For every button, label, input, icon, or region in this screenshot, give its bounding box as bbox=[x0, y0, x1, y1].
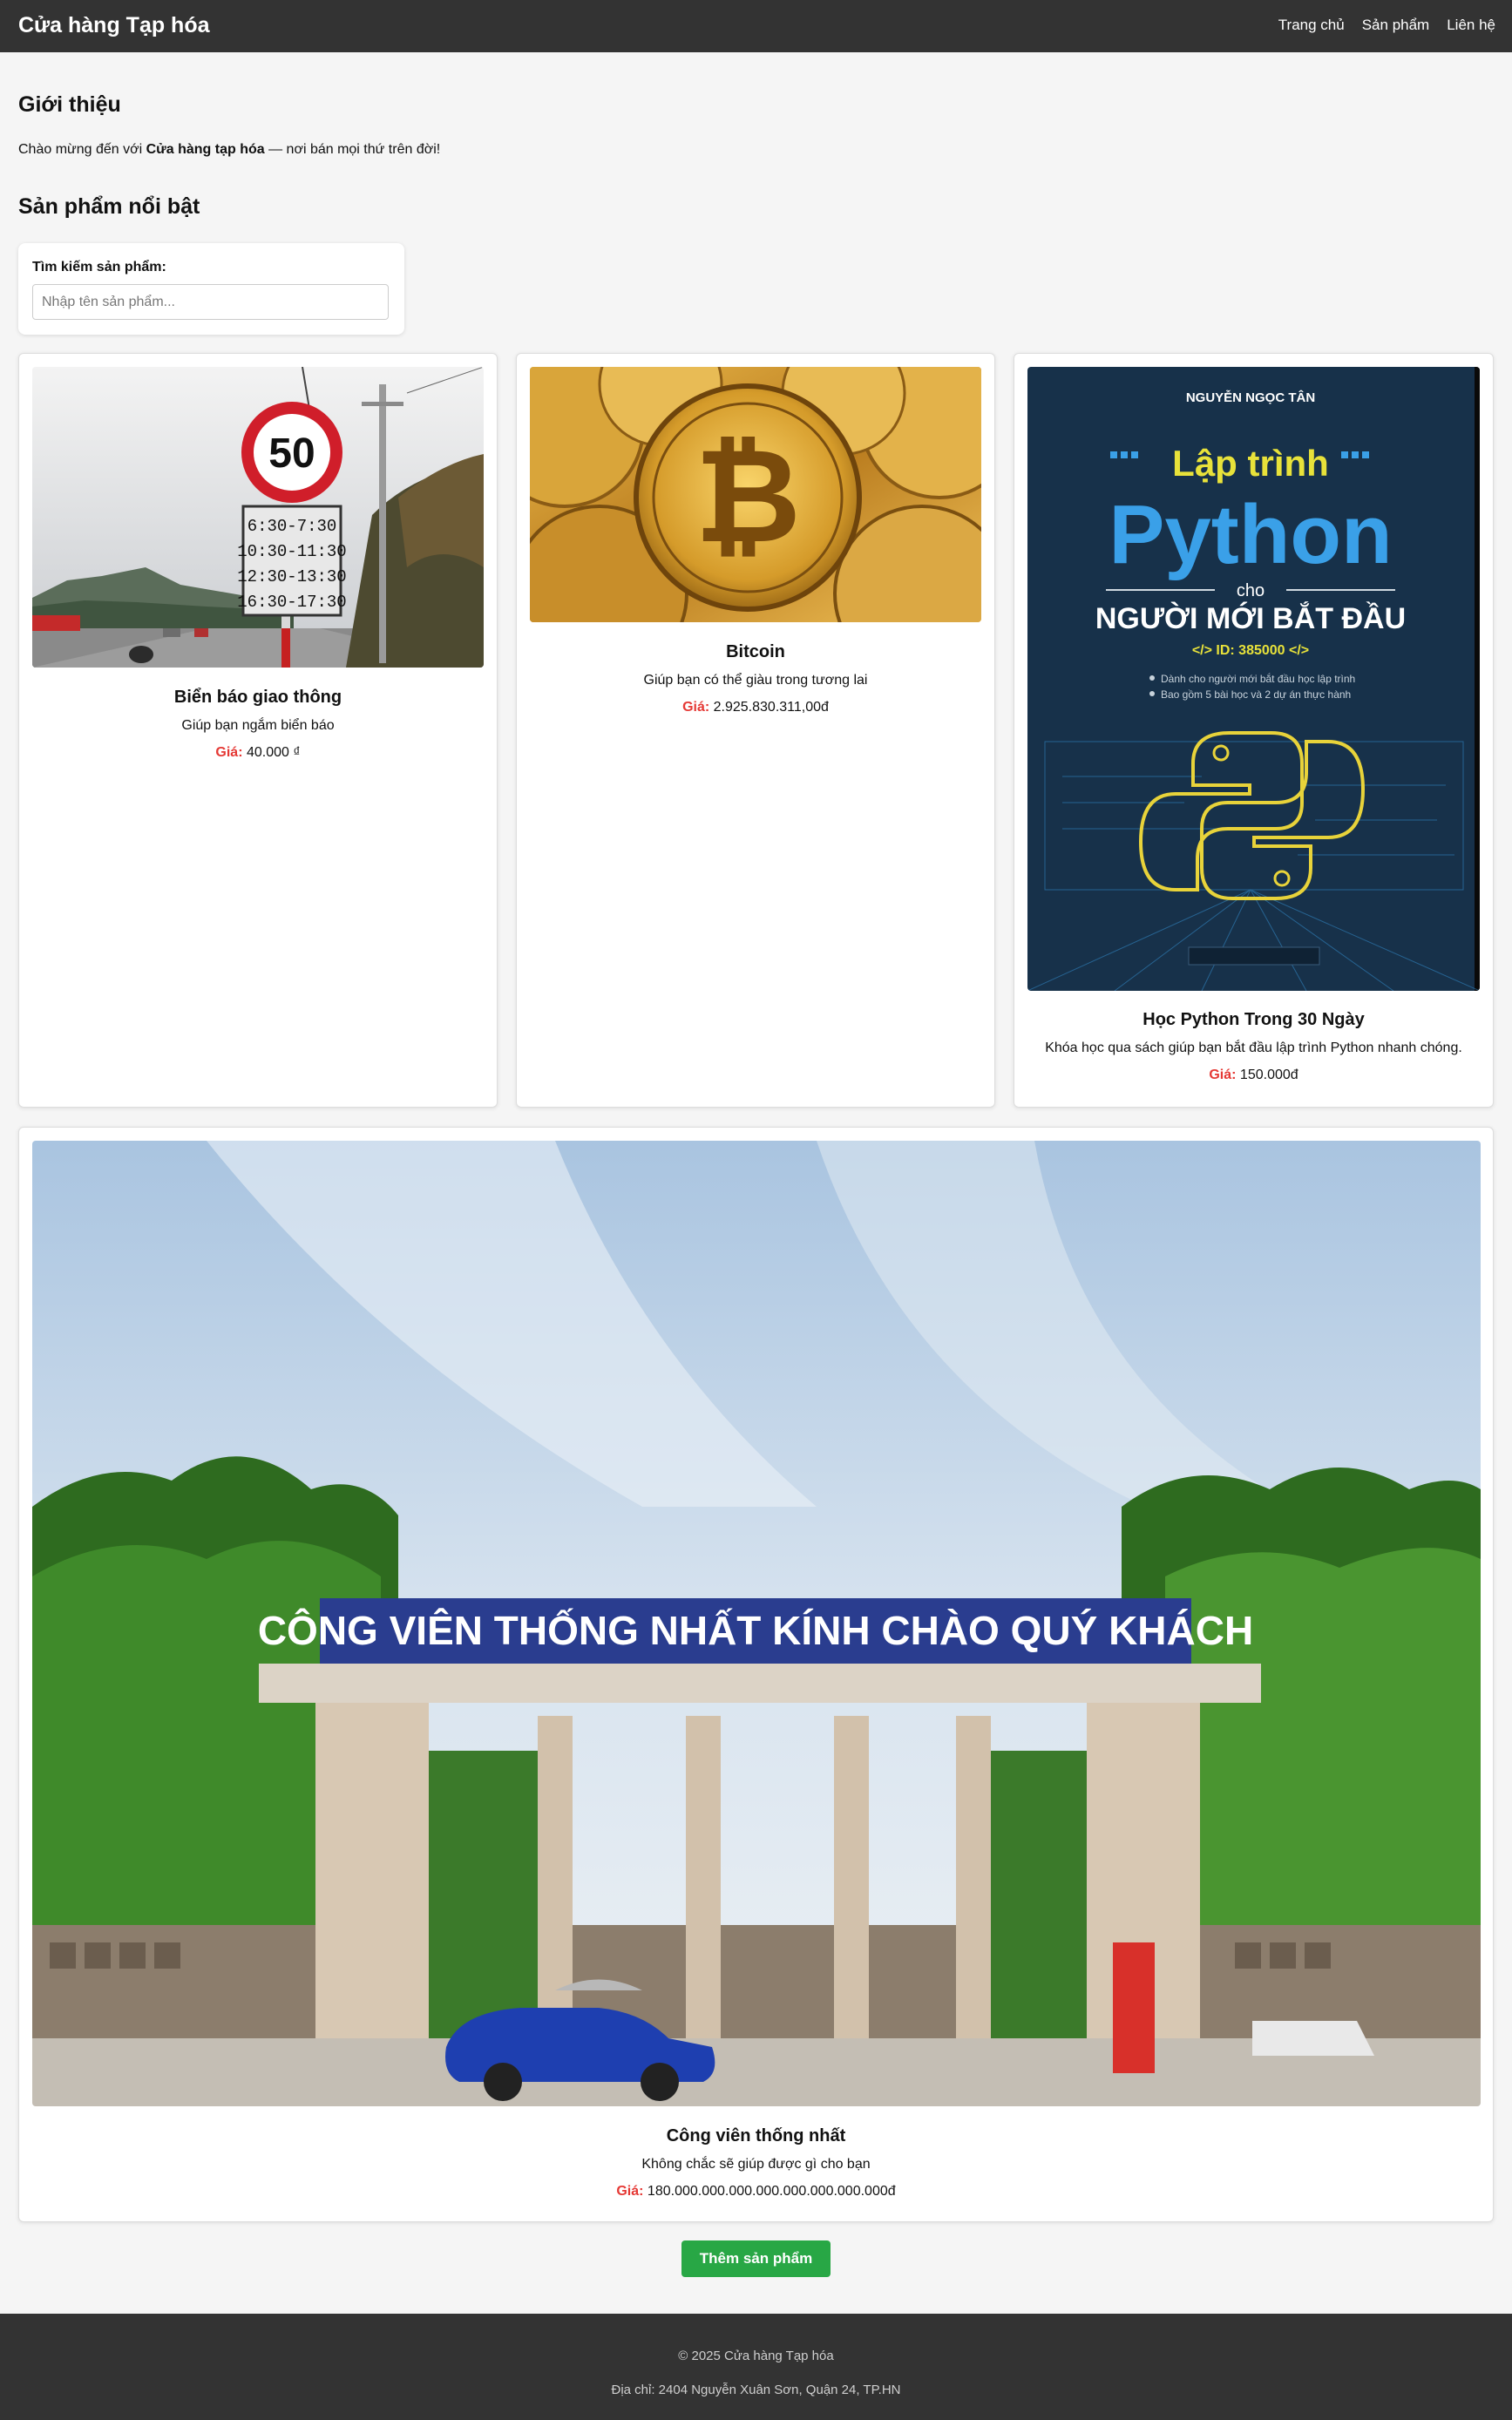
product-card[interactable]: NGUYỄN NGỌC TÂN Lập trình Python cho NGƯ… bbox=[1014, 353, 1494, 1108]
search-label: Tìm kiếm sản phẩm: bbox=[32, 260, 166, 275]
product-card[interactable]: ₿ Bitcoin Giúp bạn có thể giàu trong tươ… bbox=[516, 353, 995, 1108]
product-price: Giá: 180.000.000.000.000.000.000.000.000… bbox=[616, 2184, 896, 2199]
time-line-2: 10:30-11:30 bbox=[237, 542, 346, 561]
add-product-button[interactable]: Thêm sản phẩm bbox=[681, 2240, 831, 2277]
product-description: Giúp bạn có thể giàu trong tương lai bbox=[643, 673, 868, 688]
top-navbar: Cửa hàng Tạp hóa Trang chủ Sản phẩm Liên… bbox=[0, 0, 1512, 52]
book-title-line-4: NGƯỜI MỚI BẮT ĐẦU bbox=[1095, 602, 1406, 635]
product-image-python-book: NGUYỄN NGỌC TÂN Lập trình Python cho NGƯ… bbox=[1027, 367, 1480, 991]
product-card[interactable]: CÔNG VIÊN THỐNG NHẤT KÍNH CHÀO QUÝ KHÁCH… bbox=[18, 1127, 1494, 2222]
product-image-traffic-sign: 50 6:30-7:30 10:30-11:30 12:30-13:30 16:… bbox=[32, 367, 484, 668]
book-title-line-1: Lập trình bbox=[1172, 443, 1329, 484]
book-title-line-2: Python bbox=[1109, 488, 1392, 581]
footer-address: Địa chỉ: 2404 Nguyễn Xuân Sơn, Quận 24, … bbox=[611, 2383, 901, 2397]
footer-copyright: © 2025 Cửa hàng Tạp hóa bbox=[678, 2349, 834, 2363]
search-panel: Tìm kiếm sản phẩm: bbox=[18, 243, 404, 335]
book-bullet-2: Bao gồm 5 bài học và 2 dự án thực hành bbox=[1161, 688, 1351, 701]
book-author: NGUYỄN NGỌC TÂN bbox=[1186, 390, 1315, 405]
nav-home-link[interactable]: Trang chủ bbox=[1278, 17, 1345, 34]
product-description: Khóa học qua sách giúp bạn bắt đầu lập t… bbox=[1045, 1041, 1462, 1055]
nav-contact-link[interactable]: Liên hệ bbox=[1447, 17, 1495, 34]
search-input[interactable] bbox=[32, 284, 389, 320]
book-bullet-1: Dành cho người mới bắt đầu học lập trình bbox=[1161, 672, 1355, 685]
intro-heading: Giới thiệu bbox=[18, 92, 121, 117]
main-nav: Trang chủ Sản phẩm Liên hệ bbox=[1278, 17, 1495, 34]
product-name: Học Python Trong 30 Ngày bbox=[1142, 1010, 1365, 1029]
bitcoin-symbol: ₿ bbox=[695, 421, 801, 573]
intro-text: Chào mừng đến với Cửa hàng tạp hóa — nơi… bbox=[18, 142, 441, 157]
book-title-line-3: cho bbox=[1237, 581, 1265, 600]
nav-products-link[interactable]: Sản phẩm bbox=[1362, 17, 1430, 34]
time-line-3: 12:30-13:30 bbox=[237, 567, 346, 586]
product-name: Biển báo giao thông bbox=[173, 688, 342, 707]
product-price: Giá: 2.925.830.311,00đ bbox=[682, 700, 829, 715]
speed-limit-text: 50 bbox=[268, 430, 315, 477]
book-id-line: </> ID: 385000 </> bbox=[1192, 643, 1309, 658]
product-card[interactable]: 50 6:30-7:30 10:30-11:30 12:30-13:30 16:… bbox=[18, 353, 498, 1108]
product-name: Công viên thống nhất bbox=[666, 2126, 846, 2145]
product-price: Giá: 40.000 ₫ bbox=[215, 745, 301, 760]
product-image-bitcoin: ₿ bbox=[530, 367, 981, 622]
product-name: Bitcoin bbox=[726, 642, 785, 661]
product-price: Giá: 150.000đ bbox=[1209, 1068, 1298, 1082]
time-line-4: 16:30-17:30 bbox=[237, 593, 346, 612]
site-footer: © 2025 Cửa hàng Tạp hóa Địa chỉ: 2404 Ng… bbox=[0, 2314, 1512, 2420]
store-name-bold: Cửa hàng tạp hóa bbox=[146, 142, 265, 157]
featured-heading: Sản phẩm nổi bật bbox=[18, 194, 200, 219]
product-description: Không chắc sẽ giúp được gì cho bạn bbox=[641, 2157, 871, 2172]
product-image-park-gate: CÔNG VIÊN THỐNG NHẤT KÍNH CHÀO QUÝ KHÁCH bbox=[32, 1141, 1481, 2106]
product-description: Giúp bạn ngắm biển báo bbox=[181, 718, 335, 733]
park-banner-text: CÔNG VIÊN THỐNG NHẤT KÍNH CHÀO QUÝ KHÁCH bbox=[258, 1608, 1253, 1653]
time-line-1: 6:30-7:30 bbox=[247, 517, 337, 536]
site-brand[interactable]: Cửa hàng Tạp hóa bbox=[18, 13, 210, 38]
